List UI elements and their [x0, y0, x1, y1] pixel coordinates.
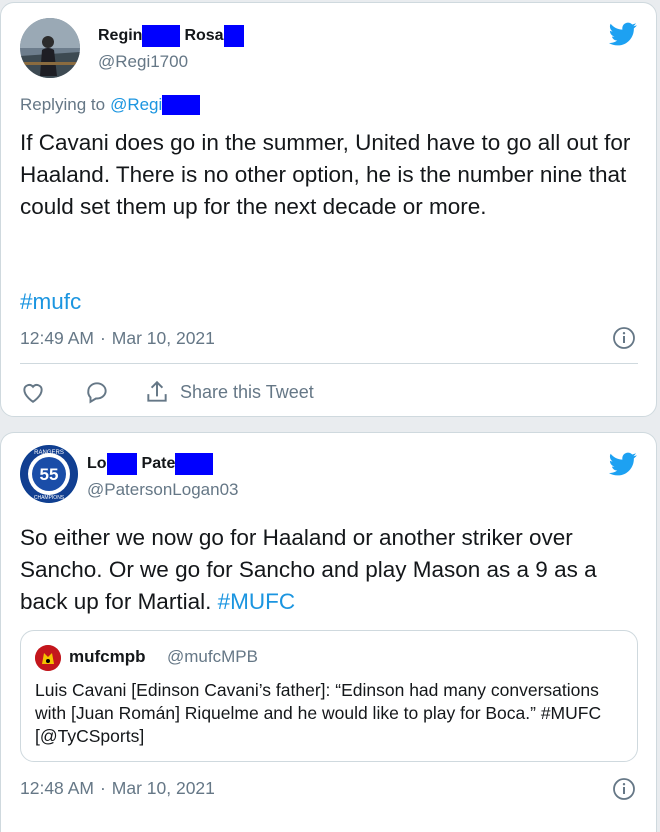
- tweet-timestamp[interactable]: 12:48 AM · Mar 10, 2021: [20, 778, 215, 799]
- twitter-bird-icon[interactable]: [607, 450, 639, 478]
- tweet-text: If Cavani does go in the summer, United …: [20, 130, 631, 219]
- display-name-part2: Rosa: [184, 27, 224, 44]
- heart-icon[interactable]: [20, 379, 46, 405]
- tweet-text-body: So either we now go for Haaland or anoth…: [20, 525, 597, 614]
- redaction-block: [162, 95, 201, 115]
- display-name-part1: Lo: [87, 455, 107, 472]
- share-icon[interactable]: [144, 379, 170, 405]
- replying-label: Replying to: [20, 95, 106, 114]
- redaction-block: [142, 25, 181, 47]
- date: Mar 10, 2021: [111, 328, 215, 348]
- hashtag-link[interactable]: #mufc: [20, 286, 81, 318]
- tweet-card[interactable]: Regin Rosa @Regi1700 Replying to @Regi I…: [0, 2, 657, 417]
- badge-number: 55: [40, 465, 59, 484]
- badge-ring-bottom: CHAMPIONS: [34, 495, 65, 501]
- tweet-card[interactable]: 55 RANGERS CHAMPIONS Lo Pate @PatersonLo…: [0, 432, 657, 832]
- display-name-part2: Pate: [141, 455, 176, 472]
- reply-bubble-icon[interactable]: [84, 379, 110, 405]
- separator: ·: [99, 778, 106, 798]
- display-name[interactable]: Lo Pate: [87, 453, 214, 475]
- user-handle[interactable]: @Regi1700: [98, 52, 188, 72]
- share-tweet-button[interactable]: Share this Tweet: [180, 382, 314, 403]
- tweet-actions: Share this Tweet: [20, 379, 314, 405]
- badge-ring-top: RANGERS: [34, 450, 64, 456]
- quoted-tweet[interactable]: mufcmpb @mufcMPB Luis Cavani [Edinson Ca…: [20, 630, 638, 762]
- display-name-part1: Regin: [98, 27, 143, 44]
- hashtag-link[interactable]: #MUFC: [218, 589, 296, 614]
- info-icon[interactable]: [612, 777, 636, 801]
- twitter-bird-icon[interactable]: [607, 20, 639, 48]
- quoted-handle[interactable]: @mufcMPB: [167, 647, 258, 667]
- time: 12:49 AM: [20, 328, 94, 348]
- avatar[interactable]: 55 RANGERS CHAMPIONS: [20, 445, 78, 503]
- replying-to: Replying to @Regi: [20, 95, 201, 115]
- info-icon[interactable]: [612, 326, 636, 350]
- redaction-block: [106, 453, 137, 475]
- quoted-avatar[interactable]: [35, 645, 61, 671]
- divider: [20, 363, 638, 364]
- separator: ·: [99, 328, 106, 348]
- display-name[interactable]: Regin Rosa: [98, 25, 244, 47]
- redaction-block: [175, 453, 214, 475]
- avatar[interactable]: [20, 18, 80, 78]
- tweet-timestamp[interactable]: 12:49 AM · Mar 10, 2021: [20, 328, 215, 349]
- replying-handle-link[interactable]: @Regi: [110, 95, 162, 115]
- tweet-text: So either we now go for Haaland or anoth…: [20, 522, 645, 618]
- quoted-text: Luis Cavani [Edinson Cavani’s father]: “…: [35, 680, 602, 746]
- user-handle[interactable]: @PatersonLogan03: [87, 480, 238, 500]
- date: Mar 10, 2021: [111, 778, 215, 798]
- quoted-display-name[interactable]: mufcmpb: [69, 647, 146, 667]
- time: 12:48 AM: [20, 778, 94, 798]
- redaction-block: [223, 25, 244, 47]
